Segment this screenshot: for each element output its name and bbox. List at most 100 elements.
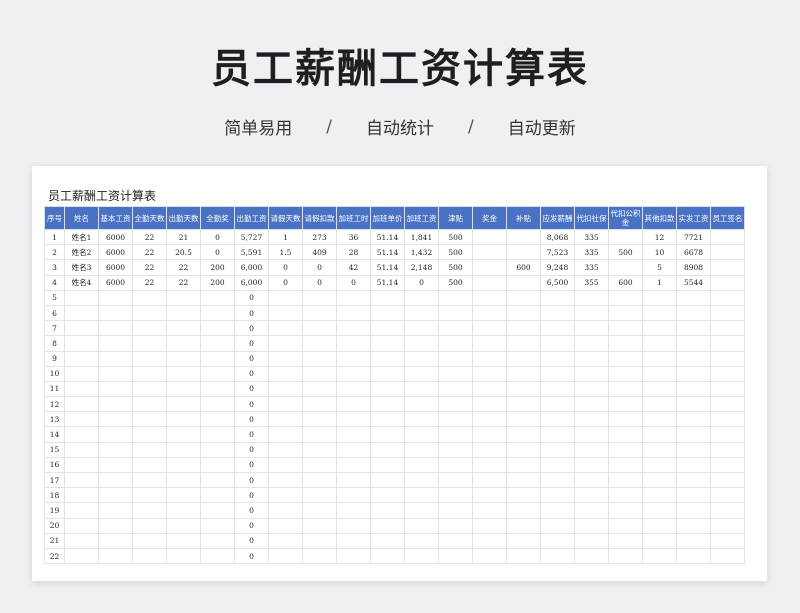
table-cell[interactable] bbox=[506, 502, 541, 519]
table-cell[interactable]: 1 bbox=[268, 228, 303, 246]
table-cell[interactable] bbox=[302, 320, 337, 337]
table-cell[interactable] bbox=[200, 456, 235, 474]
table-cell[interactable]: 21 bbox=[44, 532, 65, 549]
table-cell[interactable] bbox=[506, 320, 541, 337]
table-cell[interactable] bbox=[540, 411, 575, 428]
table-cell[interactable] bbox=[438, 304, 473, 322]
table-cell[interactable] bbox=[132, 396, 167, 413]
table-cell[interactable] bbox=[438, 335, 473, 352]
table-cell[interactable]: 28 bbox=[336, 244, 371, 261]
table-cell[interactable] bbox=[336, 441, 371, 458]
table-cell[interactable] bbox=[302, 426, 337, 443]
table-cell[interactable] bbox=[268, 532, 303, 549]
table-cell[interactable] bbox=[64, 396, 99, 413]
table-cell[interactable] bbox=[200, 411, 235, 428]
table-cell[interactable] bbox=[506, 517, 541, 534]
table-cell[interactable] bbox=[710, 228, 745, 246]
table-cell[interactable]: 0 bbox=[234, 441, 269, 458]
table-cell[interactable]: 0 bbox=[234, 471, 269, 489]
table-cell[interactable] bbox=[200, 289, 235, 306]
table-cell[interactable] bbox=[200, 350, 235, 367]
table-cell[interactable] bbox=[710, 380, 745, 398]
table-cell[interactable] bbox=[574, 547, 609, 565]
table-cell[interactable] bbox=[506, 244, 541, 261]
table-cell[interactable] bbox=[642, 456, 677, 474]
table-cell[interactable] bbox=[98, 350, 133, 367]
table-cell[interactable] bbox=[540, 304, 575, 322]
table-cell[interactable] bbox=[404, 335, 439, 352]
table-cell[interactable]: 0 bbox=[268, 259, 303, 276]
table-cell[interactable] bbox=[336, 396, 371, 413]
table-cell[interactable] bbox=[710, 456, 745, 474]
table-cell[interactable] bbox=[404, 289, 439, 306]
table-cell[interactable] bbox=[472, 228, 507, 246]
table-cell[interactable] bbox=[404, 320, 439, 337]
table-cell[interactable]: 6000 bbox=[98, 274, 133, 291]
table-cell[interactable]: 0 bbox=[234, 487, 269, 504]
table-cell[interactable] bbox=[370, 365, 405, 382]
table-cell[interactable]: 1.5 bbox=[268, 244, 303, 261]
table-cell[interactable] bbox=[472, 426, 507, 443]
table-cell[interactable] bbox=[540, 365, 575, 382]
table-cell[interactable]: 8,068 bbox=[540, 228, 575, 246]
table-cell[interactable] bbox=[268, 320, 303, 337]
table-cell[interactable] bbox=[404, 487, 439, 504]
table-cell[interactable]: 6678 bbox=[676, 244, 711, 261]
table-cell[interactable] bbox=[64, 441, 99, 458]
table-cell[interactable] bbox=[98, 365, 133, 382]
table-cell[interactable] bbox=[506, 441, 541, 458]
table-cell[interactable] bbox=[268, 365, 303, 382]
table-cell[interactable] bbox=[472, 502, 507, 519]
table-cell[interactable] bbox=[268, 426, 303, 443]
table-cell[interactable] bbox=[676, 365, 711, 382]
table-cell[interactable] bbox=[132, 380, 167, 398]
table-cell[interactable] bbox=[574, 335, 609, 352]
table-cell[interactable] bbox=[370, 471, 405, 489]
table-cell[interactable] bbox=[64, 365, 99, 382]
table-cell[interactable]: 355 bbox=[574, 274, 609, 291]
table-cell[interactable] bbox=[166, 456, 201, 474]
table-cell[interactable]: 22 bbox=[132, 259, 167, 276]
table-cell[interactable]: 22 bbox=[166, 274, 201, 291]
table-cell[interactable] bbox=[404, 456, 439, 474]
table-cell[interactable] bbox=[268, 487, 303, 504]
table-cell[interactable]: 0 bbox=[234, 411, 269, 428]
table-cell[interactable] bbox=[302, 532, 337, 549]
table-cell[interactable]: 0 bbox=[234, 335, 269, 352]
table-cell[interactable] bbox=[438, 532, 473, 549]
table-cell[interactable] bbox=[268, 411, 303, 428]
table-cell[interactable]: 0 bbox=[234, 426, 269, 443]
table-cell[interactable] bbox=[166, 411, 201, 428]
table-cell[interactable] bbox=[710, 396, 745, 413]
table-cell[interactable]: 1,432 bbox=[404, 244, 439, 261]
table-cell[interactable] bbox=[710, 547, 745, 565]
table-cell[interactable] bbox=[200, 532, 235, 549]
table-cell[interactable] bbox=[710, 350, 745, 367]
table-cell[interactable] bbox=[608, 304, 643, 322]
table-cell[interactable] bbox=[268, 396, 303, 413]
table-cell[interactable]: 51.14 bbox=[370, 228, 405, 246]
table-cell[interactable]: 22 bbox=[132, 228, 167, 246]
table-cell[interactable] bbox=[132, 456, 167, 474]
table-cell[interactable]: 0 bbox=[268, 274, 303, 291]
table-cell[interactable] bbox=[370, 304, 405, 322]
table-cell[interactable] bbox=[132, 350, 167, 367]
table-cell[interactable] bbox=[710, 441, 745, 458]
table-cell[interactable] bbox=[642, 320, 677, 337]
table-cell[interactable] bbox=[64, 502, 99, 519]
table-cell[interactable] bbox=[404, 502, 439, 519]
table-cell[interactable] bbox=[608, 335, 643, 352]
table-cell[interactable] bbox=[676, 380, 711, 398]
table-cell[interactable] bbox=[710, 274, 745, 291]
table-cell[interactable] bbox=[268, 547, 303, 565]
table-cell[interactable] bbox=[200, 502, 235, 519]
table-cell[interactable] bbox=[472, 350, 507, 367]
table-cell[interactable] bbox=[268, 304, 303, 322]
table-cell[interactable] bbox=[642, 471, 677, 489]
table-cell[interactable] bbox=[200, 471, 235, 489]
table-cell[interactable] bbox=[642, 547, 677, 565]
table-cell[interactable] bbox=[574, 471, 609, 489]
table-cell[interactable] bbox=[472, 471, 507, 489]
table-cell[interactable] bbox=[642, 426, 677, 443]
table-cell[interactable] bbox=[438, 456, 473, 474]
